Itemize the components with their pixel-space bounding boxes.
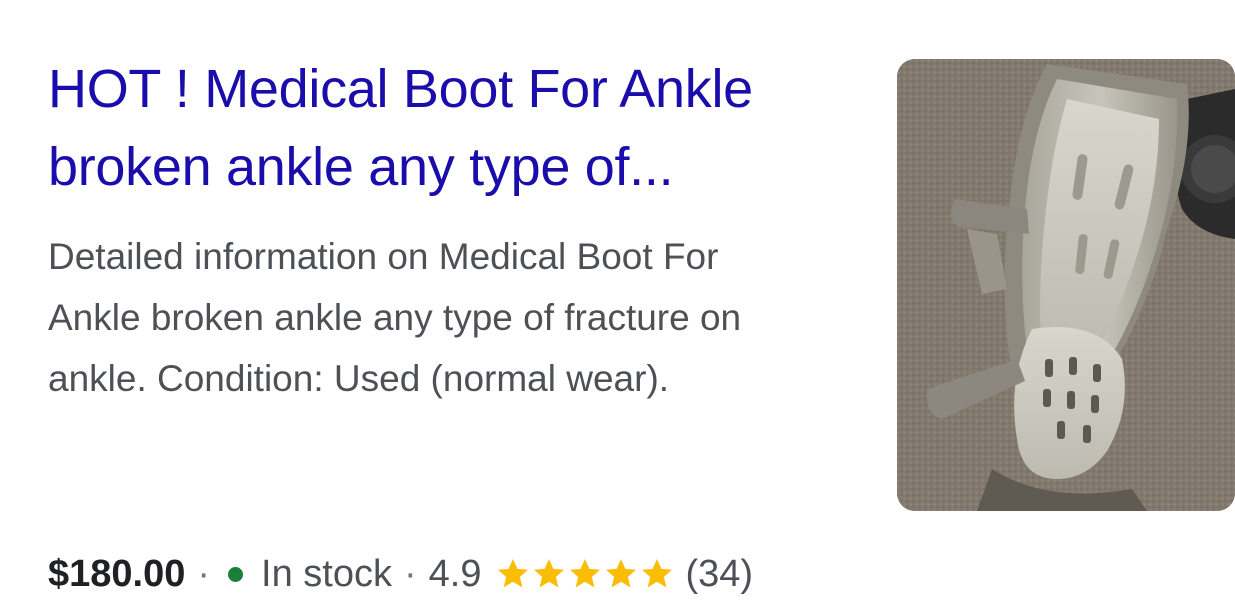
price: $180.00: [48, 552, 186, 595]
result-title-line-2[interactable]: broken ankle any type of...: [48, 128, 848, 206]
snippet-line-2: Ankle broken ankle any type of fracture …: [48, 297, 742, 338]
medical-boot-photo-icon: [897, 59, 1235, 511]
star-icon: [534, 559, 565, 588]
in-stock-dot-icon: [228, 566, 244, 582]
snippet-line-1: Detailed information on Medical Boot For: [48, 236, 719, 277]
stock-status: In stock: [261, 552, 392, 595]
rating-value: 4.9: [428, 552, 482, 595]
rating-stars: [495, 556, 675, 592]
result-title-link[interactable]: HOT ! Medical Boot For Ankle broken ankl…: [48, 50, 848, 206]
rating-count: (34): [685, 552, 754, 595]
star-icon: [570, 559, 601, 588]
result-meta-row: $180.00 · In stock · 4.9 (34): [48, 546, 753, 602]
result-snippet: Detailed information on Medical Boot For…: [48, 226, 868, 409]
star-icon: [606, 559, 637, 588]
star-icon: [498, 559, 529, 588]
product-thumbnail[interactable]: [897, 59, 1235, 511]
star-icon: [642, 559, 673, 588]
shopping-result-card[interactable]: HOT ! Medical Boot For Ankle broken ankl…: [0, 0, 1235, 608]
separator-dot: ·: [197, 552, 211, 595]
result-title-line-1[interactable]: HOT ! Medical Boot For Ankle: [48, 50, 848, 128]
snippet-line-3: ankle. Condition: Used (normal wear).: [48, 358, 670, 399]
separator-dot: ·: [403, 552, 417, 595]
